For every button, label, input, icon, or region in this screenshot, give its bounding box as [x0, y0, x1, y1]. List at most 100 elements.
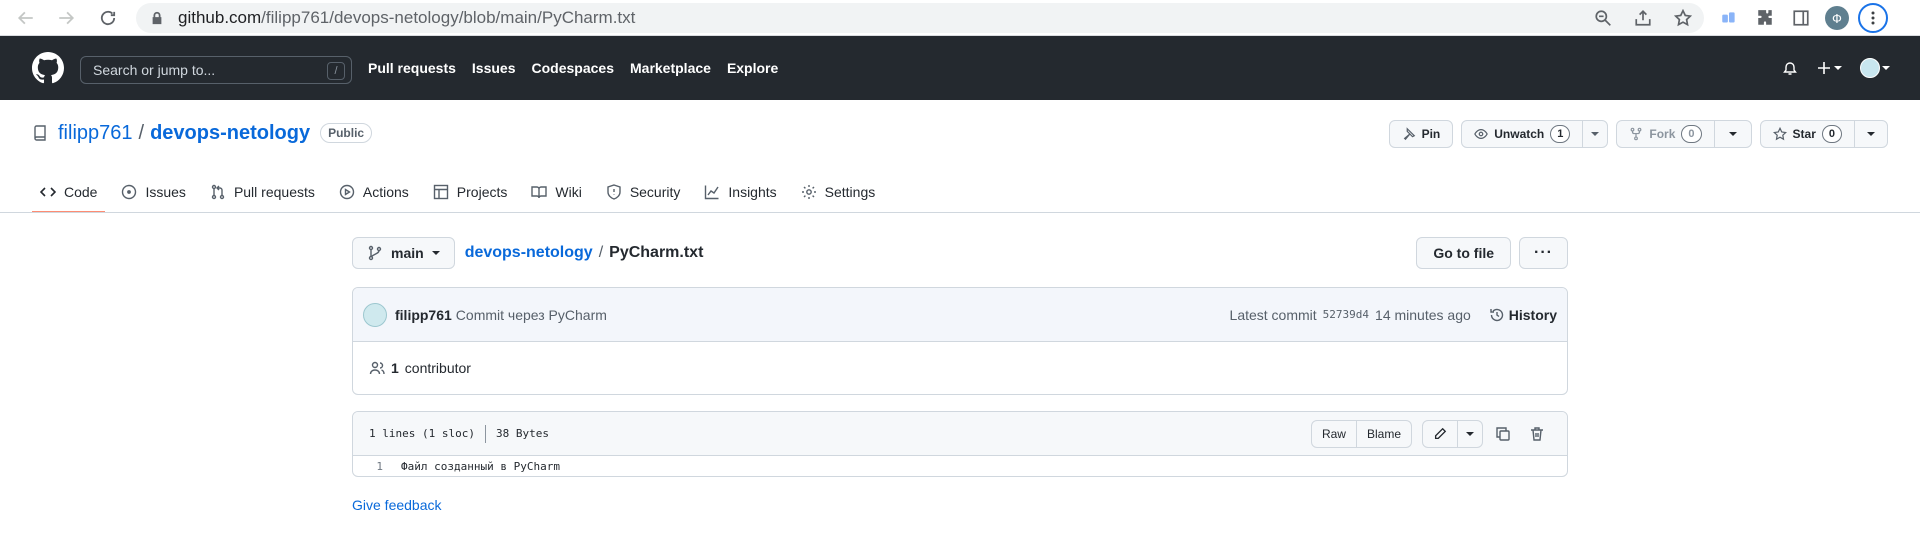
fork-count: 0 — [1681, 125, 1702, 143]
code-line: 1 Файл созданный в PyCharm — [353, 456, 1567, 476]
contributors-label: contributor — [404, 360, 471, 376]
latest-commit-label: Latest commit — [1229, 306, 1317, 323]
tab-code[interactable]: Code — [32, 172, 106, 213]
bookmark-star-icon[interactable] — [1668, 3, 1698, 33]
star-button[interactable]: Star 0 — [1759, 120, 1888, 148]
caret-down-icon — [1728, 132, 1737, 136]
browser-toolbar: github.com/filipp761/devops-netology/blo… — [0, 0, 1920, 36]
edit-dropdown[interactable] — [1458, 419, 1483, 448]
extension-icon[interactable] — [1714, 3, 1744, 33]
trash-icon[interactable] — [1523, 420, 1551, 448]
avatar[interactable] — [363, 302, 387, 327]
fork-dropdown[interactable] — [1713, 121, 1751, 147]
lock-icon — [152, 11, 162, 25]
raw-button[interactable]: Raw — [1310, 419, 1357, 448]
tab-pull-requests[interactable]: Pull requests — [202, 172, 323, 212]
repo-nav-tabs: Code Issues Pull requests Actions Projec… — [32, 172, 884, 213]
table-icon — [433, 184, 448, 200]
edit-button[interactable] — [1422, 419, 1458, 448]
file-size-info: 38 Bytes — [495, 427, 549, 440]
nav-marketplace[interactable]: Marketplace — [630, 60, 711, 76]
file-content-box: 1 lines (1 sloc) 38 Bytes Raw Blame 1 Фа… — [352, 411, 1568, 477]
avatar — [1860, 58, 1880, 78]
repo-name-link[interactable]: devops-netology — [150, 122, 310, 145]
nav-pull-requests[interactable]: Pull requests — [368, 60, 456, 76]
plus-icon — [1818, 62, 1830, 74]
breadcrumb-separator: / — [598, 244, 604, 261]
copy-icon[interactable] — [1489, 420, 1517, 448]
address-bar[interactable]: github.com/filipp761/devops-netology/blo… — [136, 3, 1704, 33]
fork-button[interactable]: Fork 0 — [1616, 120, 1752, 148]
nav-issues[interactable]: Issues — [472, 60, 516, 76]
pin-icon — [1403, 127, 1415, 141]
branch-selector[interactable]: main — [352, 237, 455, 269]
breadcrumb-repo-link[interactable]: devops-netology — [465, 244, 593, 262]
tab-projects[interactable]: Projects — [425, 172, 516, 212]
repo-icon — [34, 125, 46, 141]
shield-icon — [607, 184, 621, 200]
visibility-badge: Public — [320, 123, 373, 143]
line-number[interactable]: 1 — [353, 460, 393, 473]
history-button[interactable]: History — [1489, 307, 1557, 323]
more-options-button[interactable]: ··· — [1519, 237, 1568, 269]
unwatch-button[interactable]: Unwatch 1 — [1461, 120, 1609, 148]
back-button[interactable] — [12, 4, 40, 32]
commit-time: 14 minutes ago — [1375, 306, 1471, 323]
github-header: Search or jump to... / Pull requests Iss… — [0, 36, 1920, 100]
zoom-icon[interactable] — [1588, 3, 1618, 33]
star-dropdown[interactable] — [1854, 121, 1887, 147]
tab-wiki[interactable]: Wiki — [523, 172, 589, 212]
play-icon — [339, 184, 355, 200]
divider — [484, 424, 486, 443]
caret-down-icon — [1834, 66, 1842, 70]
commit-author-link[interactable]: filipp761 — [395, 307, 452, 323]
eye-icon — [1474, 129, 1489, 139]
give-feedback-link[interactable]: Give feedback — [352, 497, 1568, 513]
nav-explore[interactable]: Explore — [727, 60, 778, 76]
caret-down-icon — [1591, 132, 1600, 136]
code-icon — [40, 187, 56, 197]
star-icon — [1772, 127, 1787, 141]
commit-message-link[interactable]: Commit через PyCharm — [456, 307, 607, 323]
reload-button[interactable] — [94, 4, 122, 32]
watch-dropdown[interactable] — [1582, 121, 1607, 147]
menu-kebab-icon[interactable] — [1858, 3, 1888, 33]
commit-sha-link[interactable]: 52739d4 — [1323, 308, 1369, 321]
search-input[interactable]: Search or jump to... / — [80, 56, 352, 84]
tab-settings[interactable]: Settings — [793, 172, 884, 212]
share-icon[interactable] — [1628, 3, 1658, 33]
branch-icon — [368, 245, 382, 261]
repo-separator: / — [138, 121, 145, 144]
file-view: main devops-netology / PyCharm.txt Go to… — [352, 237, 1568, 513]
go-to-file-button[interactable]: Go to file — [1416, 237, 1512, 269]
people-icon — [369, 361, 385, 375]
gear-icon — [801, 185, 816, 199]
tab-issues[interactable]: Issues — [113, 172, 193, 212]
tabs-divider — [0, 212, 1920, 213]
blame-button[interactable]: Blame — [1356, 419, 1412, 448]
pull-request-icon — [211, 184, 225, 200]
github-logo-icon[interactable] — [32, 52, 64, 84]
profile-avatar[interactable]: Ф — [1822, 3, 1852, 33]
create-new-button[interactable] — [1816, 60, 1842, 76]
tab-security[interactable]: Security — [598, 172, 689, 212]
bell-icon[interactable] — [1782, 60, 1798, 76]
forward-button[interactable] — [52, 4, 80, 32]
file-lines-info: 1 lines (1 sloc) — [369, 427, 475, 440]
user-menu-button[interactable] — [1860, 58, 1890, 78]
pin-button[interactable]: Pin — [1388, 120, 1454, 148]
puzzle-icon[interactable] — [1750, 3, 1780, 33]
breadcrumb-file-name: PyCharm.txt — [609, 244, 704, 261]
search-placeholder: Search or jump to... — [93, 62, 216, 78]
contributors-count: 1 — [391, 360, 399, 376]
side-panel-icon[interactable] — [1786, 3, 1816, 33]
issue-icon — [122, 184, 137, 200]
contributors-row[interactable]: 1 contributor — [353, 342, 1567, 394]
latest-commit-box: filipp761 Commit через PyCharm Latest co… — [352, 287, 1568, 395]
tab-insights[interactable]: Insights — [696, 172, 784, 212]
tab-actions[interactable]: Actions — [331, 172, 417, 212]
caret-down-icon — [1466, 431, 1474, 436]
breadcrumb: devops-netology / PyCharm.txt — [465, 244, 704, 262]
repo-owner-link[interactable]: filipp761 — [58, 122, 133, 145]
nav-codespaces[interactable]: Codespaces — [532, 60, 614, 76]
